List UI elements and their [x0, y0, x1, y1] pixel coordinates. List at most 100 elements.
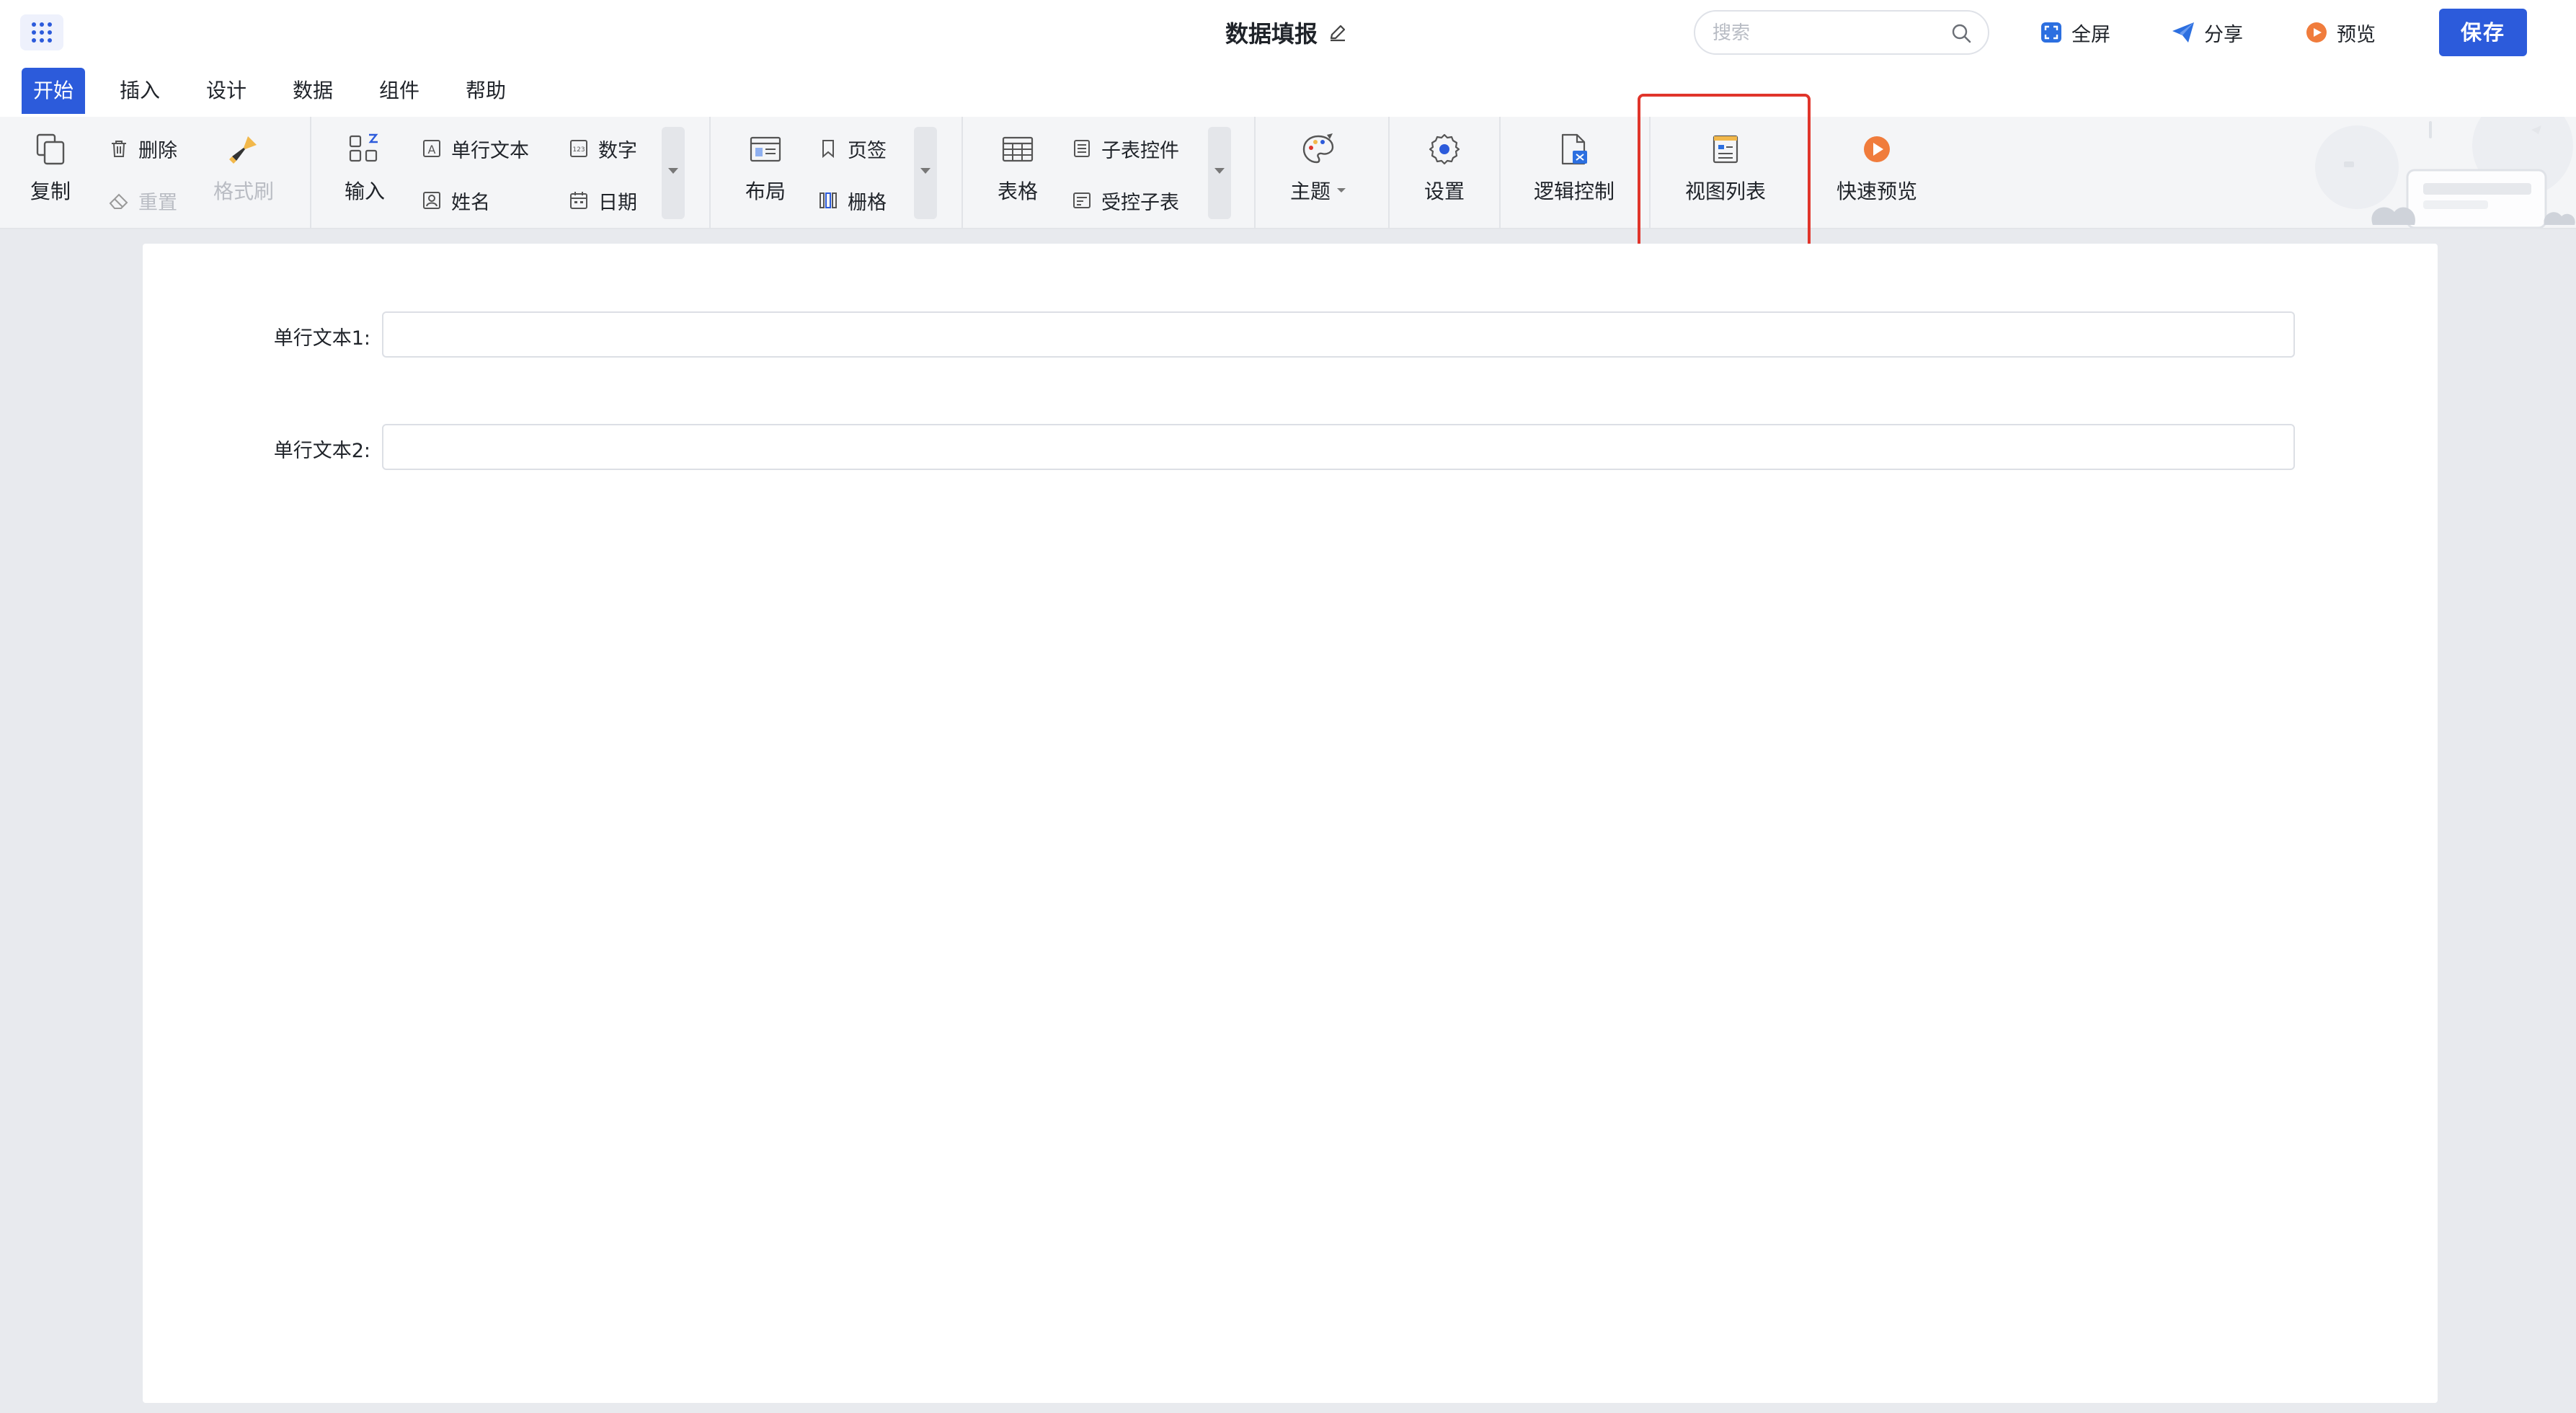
- ribbon-separator: [709, 117, 711, 229]
- copy-icon: [31, 130, 70, 169]
- palette-icon: [1299, 130, 1338, 169]
- subtable-control-button[interactable]: 子表控件: [1071, 133, 1179, 164]
- table-more-dropdown[interactable]: [1208, 127, 1231, 219]
- number-123-icon: 123: [568, 138, 590, 159]
- text-box-icon: A: [421, 138, 443, 159]
- controlled-subtable-button[interactable]: 受控子表: [1071, 185, 1179, 216]
- subtable-icon: [1071, 138, 1093, 159]
- number-field-button[interactable]: 123 数字: [568, 133, 637, 164]
- form-field-row: 单行文本2:: [143, 424, 2438, 470]
- grid-columns-icon: [817, 190, 839, 211]
- copy-label: 复制: [30, 180, 71, 203]
- trash-icon: [108, 138, 130, 159]
- caret-down-icon: [920, 168, 931, 174]
- fullscreen-icon: [2040, 21, 2063, 44]
- grid-button[interactable]: 栅格: [817, 185, 887, 216]
- svg-text:123: 123: [572, 146, 585, 154]
- document-title-area: 数据填报: [1225, 16, 1348, 49]
- form-field-row: 单行文本1:: [143, 311, 2438, 358]
- layout-label: 布局: [745, 180, 786, 203]
- date-field-label: 日期: [598, 191, 637, 214]
- tab-insert[interactable]: 插入: [120, 68, 160, 114]
- ribbon-separator: [1499, 117, 1501, 229]
- layout-icon: [746, 130, 785, 169]
- paint-brush-icon: [224, 130, 263, 169]
- form-canvas: 单行文本1: 单行文本2:: [143, 244, 2438, 1403]
- number-field-label: 数字: [598, 139, 637, 162]
- settings-button[interactable]: 设置: [1424, 130, 1465, 216]
- field-label: 单行文本1:: [273, 327, 370, 350]
- single-line-text-button[interactable]: A 单行文本: [421, 133, 529, 164]
- calendar-icon: [568, 190, 590, 211]
- caret-down-icon: [1337, 188, 1346, 192]
- gear-icon: [1425, 130, 1464, 169]
- person-card-icon: [421, 190, 443, 211]
- tab-start[interactable]: 开始: [22, 68, 85, 114]
- preview-label: 预览: [2337, 23, 2376, 46]
- input-more-dropdown[interactable]: [662, 127, 685, 219]
- format-brush-button[interactable]: 格式刷: [213, 130, 274, 216]
- quick-preview-button[interactable]: 快速预览: [1836, 130, 1917, 216]
- tab-page-label: 页签: [848, 139, 887, 162]
- ribbon-separator: [310, 117, 311, 229]
- fullscreen-button[interactable]: 全屏: [2040, 16, 2110, 49]
- edit-pencil-icon[interactable]: [1328, 22, 1348, 43]
- save-button[interactable]: 保存: [2439, 9, 2527, 56]
- theme-label: 主题: [1290, 180, 1331, 203]
- theme-button[interactable]: 主题: [1290, 130, 1346, 216]
- view-list-button[interactable]: 视图列表: [1685, 130, 1766, 216]
- table-icon: [998, 130, 1037, 169]
- share-label: 分享: [2204, 23, 2243, 46]
- ribbon-separator: [1388, 117, 1390, 229]
- input-widgets-icon: [345, 130, 384, 169]
- paper-plane-icon: [2171, 21, 2195, 44]
- layout-more-dropdown[interactable]: [914, 127, 937, 219]
- format-brush-label: 格式刷: [213, 180, 275, 203]
- reset-button[interactable]: 重置: [108, 185, 177, 216]
- ribbon-separator: [1254, 117, 1256, 229]
- subtable-control-label: 子表控件: [1101, 139, 1179, 162]
- share-button[interactable]: 分享: [2171, 16, 2243, 49]
- quick-preview-label: 快速预览: [1836, 180, 1918, 203]
- logic-control-button[interactable]: 逻辑控制: [1534, 130, 1615, 216]
- settings-label: 设置: [1424, 180, 1465, 203]
- eraser-icon: [108, 190, 130, 211]
- decorative-illustration: [2315, 117, 2575, 228]
- menu-tabs: 开始 插入 设计 数据 组件 帮助: [0, 65, 2576, 117]
- tab-help[interactable]: 帮助: [466, 68, 506, 114]
- tab-components[interactable]: 组件: [379, 68, 419, 114]
- svg-text:A: A: [428, 143, 436, 156]
- single-line-text-input[interactable]: [382, 311, 2295, 358]
- reset-label: 重置: [138, 191, 177, 214]
- logic-control-label: 逻辑控制: [1534, 180, 1615, 203]
- tab-page-button[interactable]: 页签: [817, 133, 887, 164]
- copy-button[interactable]: 复制: [30, 130, 71, 216]
- delete-label: 删除: [138, 139, 177, 162]
- table-button[interactable]: 表格: [998, 130, 1038, 216]
- grid-label: 栅格: [848, 191, 887, 214]
- ribbon-separator: [1649, 117, 1651, 229]
- ribbon-toolbar: 复制 删除 重置 格式刷 输入 A 单行文本 姓名 123 数字 日期 布局 页…: [0, 117, 2576, 229]
- tab-data[interactable]: 数据: [293, 68, 333, 114]
- preview-button[interactable]: 预览: [2305, 16, 2376, 49]
- tab-design[interactable]: 设计: [206, 68, 247, 114]
- view-list-label: 视图列表: [1685, 180, 1767, 203]
- ribbon-separator: [961, 117, 963, 229]
- delete-button[interactable]: 删除: [108, 133, 177, 164]
- document-title: 数据填报: [1225, 20, 1318, 48]
- single-line-text-input[interactable]: [382, 424, 2295, 470]
- field-label: 单行文本2:: [273, 440, 370, 462]
- input-button[interactable]: 输入: [345, 130, 385, 216]
- search-box: [1694, 10, 1989, 55]
- layout-button[interactable]: 布局: [745, 130, 786, 216]
- search-icon[interactable]: [1950, 22, 1972, 44]
- logic-document-icon: [1555, 130, 1594, 169]
- single-line-text-label: 单行文本: [451, 139, 529, 162]
- name-field-button[interactable]: 姓名: [421, 185, 490, 216]
- controlled-table-icon: [1071, 190, 1093, 211]
- play-circle-icon: [1857, 130, 1896, 169]
- date-field-button[interactable]: 日期: [568, 185, 637, 216]
- play-circle-icon: [2305, 21, 2328, 44]
- search-input[interactable]: [1713, 20, 1929, 46]
- apps-grid-icon[interactable]: [20, 14, 63, 50]
